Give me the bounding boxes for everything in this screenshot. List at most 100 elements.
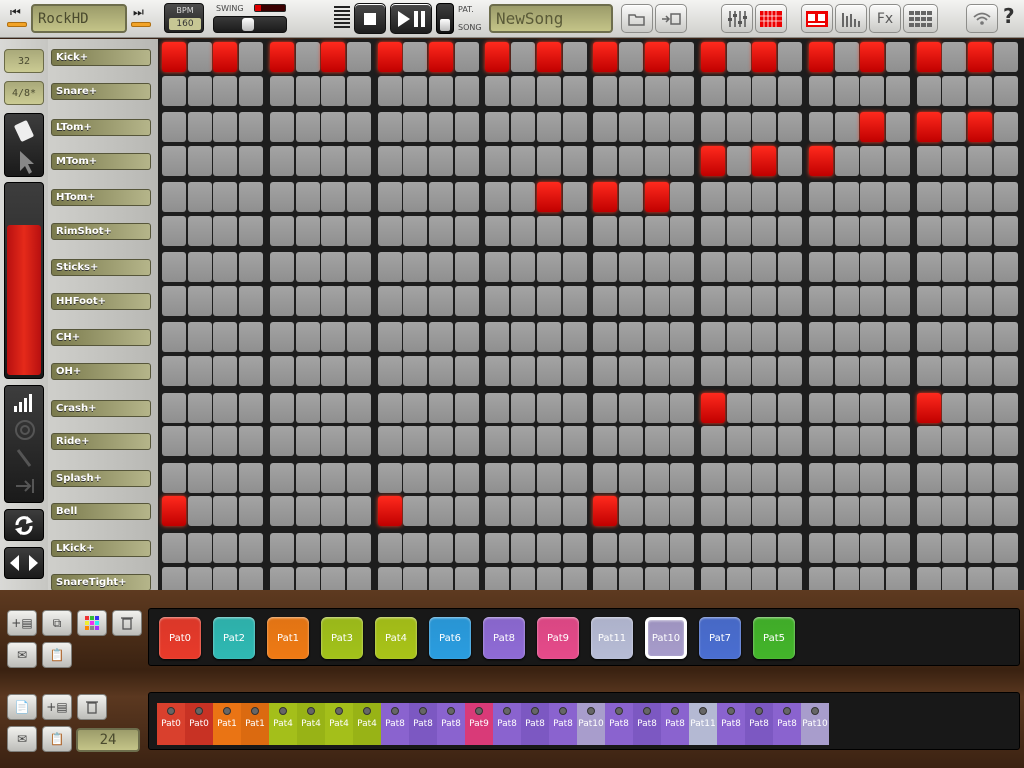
play-pause-button[interactable]: [390, 3, 432, 34]
swing-slider[interactable]: [213, 16, 287, 33]
step-cell[interactable]: [562, 426, 587, 457]
step-cell[interactable]: [993, 75, 1018, 106]
step-cell[interactable]: [429, 496, 453, 527]
step-cell[interactable]: [726, 252, 751, 283]
paste-pattern-button[interactable]: 📋: [42, 642, 72, 668]
step-cell[interactable]: [187, 426, 212, 457]
step-cell[interactable]: [511, 182, 536, 213]
step-cell[interactable]: [162, 322, 186, 353]
step-cell[interactable]: [377, 75, 402, 106]
step-cell[interactable]: [916, 182, 941, 213]
step-cell[interactable]: [644, 496, 669, 527]
step-cell[interactable]: [562, 532, 587, 563]
step-cell[interactable]: [239, 112, 264, 143]
song-sequence-block[interactable]: Pat8: [773, 703, 801, 745]
step-cell[interactable]: [429, 75, 453, 106]
mail-song-button[interactable]: ✉: [7, 726, 37, 752]
step-cell[interactable]: [670, 356, 695, 387]
step-cell[interactable]: [701, 182, 725, 213]
step-cell[interactable]: [726, 462, 751, 493]
step-cell[interactable]: [403, 426, 428, 457]
step-cell[interactable]: [644, 286, 669, 317]
step-cell[interactable]: [885, 145, 910, 176]
step-cell[interactable]: [485, 462, 510, 493]
pattern-button[interactable]: Pat0: [159, 617, 201, 659]
step-cell[interactable]: [454, 42, 479, 72]
step-cell[interactable]: [993, 42, 1018, 72]
step-cell[interactable]: [511, 75, 536, 106]
step-cell[interactable]: [834, 322, 859, 353]
step-cell[interactable]: [834, 286, 859, 317]
song-sequence-block[interactable]: Pat10: [577, 703, 605, 745]
pitch-icon[interactable]: [6, 444, 44, 472]
step-cell-active[interactable]: [644, 182, 669, 213]
step-cell[interactable]: [485, 322, 510, 353]
pattern-button[interactable]: Pat5: [753, 617, 795, 659]
step-cell[interactable]: [562, 496, 587, 527]
step-cell[interactable]: [485, 392, 510, 423]
step-cell[interactable]: [429, 356, 453, 387]
step-cell[interactable]: [885, 75, 910, 106]
step-cell[interactable]: [403, 182, 428, 213]
step-cell[interactable]: [562, 75, 587, 106]
step-cell[interactable]: [618, 496, 643, 527]
step-cell[interactable]: [162, 182, 186, 213]
step-cell[interactable]: [454, 145, 479, 176]
step-cell-active[interactable]: [377, 42, 402, 72]
step-cell[interactable]: [213, 496, 238, 527]
step-cell[interactable]: [454, 322, 479, 353]
step-cell[interactable]: [269, 112, 294, 143]
step-cell[interactable]: [670, 216, 695, 246]
step-cell[interactable]: [885, 182, 910, 213]
step-cell[interactable]: [213, 75, 238, 106]
step-cell[interactable]: [752, 252, 777, 283]
step-cell[interactable]: [377, 252, 402, 283]
add-pattern-button[interactable]: +▤: [7, 610, 37, 636]
step-cell[interactable]: [808, 75, 833, 106]
step-cell-active[interactable]: [644, 42, 669, 72]
step-cell[interactable]: [885, 462, 910, 493]
step-cell[interactable]: [618, 252, 643, 283]
song-sequence-block[interactable]: Pat8: [549, 703, 577, 745]
step-cell[interactable]: [885, 112, 910, 143]
step-cell[interactable]: [162, 462, 186, 493]
step-cell[interactable]: [269, 182, 294, 213]
step-cell-active[interactable]: [752, 145, 777, 176]
step-cell[interactable]: [916, 532, 941, 563]
step-cell[interactable]: [295, 462, 320, 493]
step-cell[interactable]: [670, 322, 695, 353]
step-cell[interactable]: [485, 532, 510, 563]
step-cell[interactable]: [942, 112, 967, 143]
step-cell[interactable]: [834, 182, 859, 213]
step-cell[interactable]: [942, 356, 967, 387]
step-cell[interactable]: [403, 252, 428, 283]
step-cell[interactable]: [618, 462, 643, 493]
step-cell[interactable]: [726, 286, 751, 317]
step-cell[interactable]: [834, 532, 859, 563]
instrument-label[interactable]: Kick+: [51, 49, 151, 66]
step-cell[interactable]: [778, 496, 803, 527]
step-cell[interactable]: [187, 252, 212, 283]
step-cell[interactable]: [644, 356, 669, 387]
step-cell[interactable]: [403, 42, 428, 72]
pattern-button[interactable]: Pat7: [699, 617, 741, 659]
step-cell[interactable]: [860, 532, 885, 563]
step-cell[interactable]: [808, 252, 833, 283]
step-cell[interactable]: [644, 322, 669, 353]
step-cell[interactable]: [187, 216, 212, 246]
step-cell[interactable]: [778, 252, 803, 283]
song-sequence-block[interactable]: Pat8: [521, 703, 549, 745]
step-cell[interactable]: [536, 426, 561, 457]
step-cell[interactable]: [346, 112, 371, 143]
step-cell[interactable]: [239, 145, 264, 176]
step-cell[interactable]: [295, 322, 320, 353]
color-pattern-button[interactable]: [77, 610, 107, 636]
pattern-button[interactable]: Pat9: [537, 617, 579, 659]
step-cell[interactable]: [536, 462, 561, 493]
step-cell[interactable]: [429, 426, 453, 457]
step-cell[interactable]: [968, 462, 992, 493]
step-cell[interactable]: [213, 532, 238, 563]
step-cell[interactable]: [213, 356, 238, 387]
step-cell[interactable]: [377, 112, 402, 143]
paste-song-button[interactable]: 📋: [42, 726, 72, 752]
